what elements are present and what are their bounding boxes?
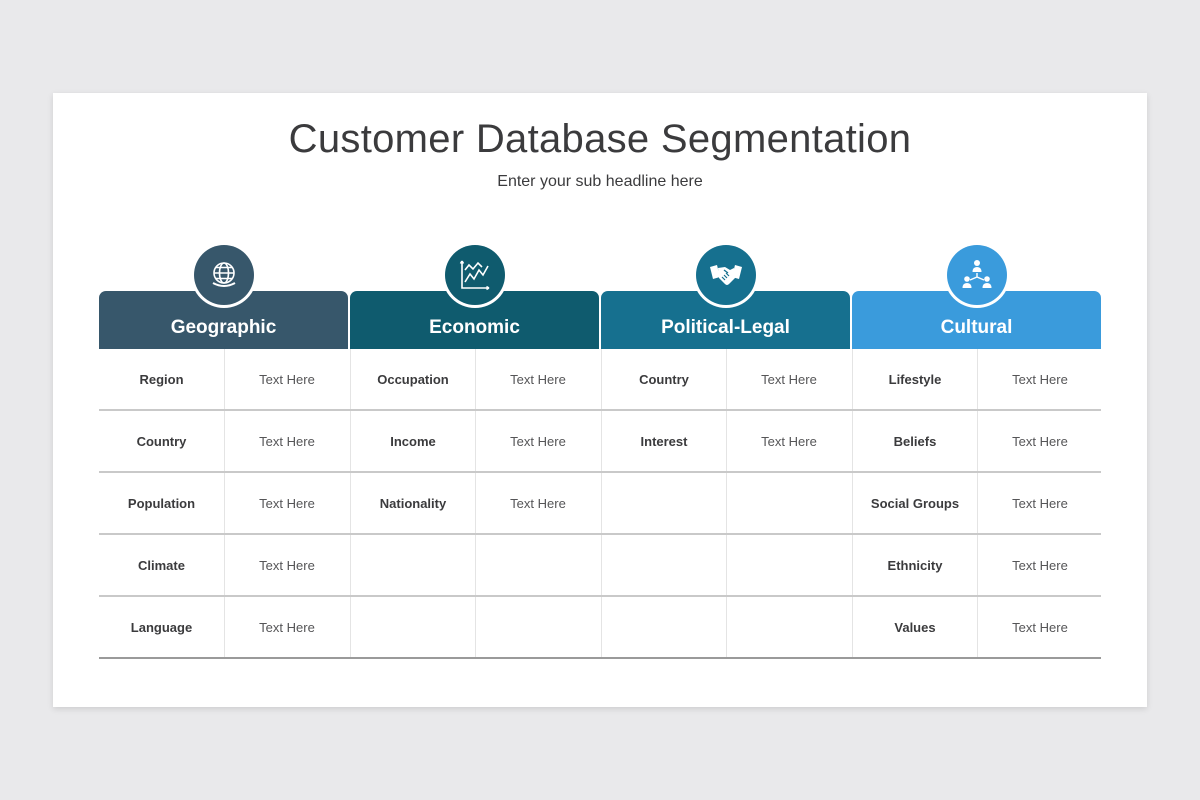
geographic-key: Climate <box>138 557 185 573</box>
table-row: Language Text Here Values Text Here <box>99 597 1101 659</box>
economic-value: Text Here <box>475 411 600 471</box>
table-row: Country Text Here Income Text Here Inter… <box>99 411 1101 473</box>
column-header-economic: Economic <box>350 242 599 349</box>
geographic-value: Text Here <box>224 411 349 471</box>
badge-economic <box>441 242 508 308</box>
political-legal-key <box>601 597 726 657</box>
cultural-key: Lifestyle <box>852 349 977 409</box>
column-header-geographic: Geographic <box>99 242 348 349</box>
cultural-key: Values <box>852 597 977 657</box>
table-row: Population Text Here Nationality Text He… <box>99 473 1101 535</box>
cultural-value: Text Here <box>977 597 1102 657</box>
economic-key: Nationality <box>350 473 475 533</box>
column-header-political-legal: Political-Legal <box>601 242 850 349</box>
badge-political-legal <box>692 242 759 308</box>
political-legal-key <box>601 535 726 595</box>
badge-circle <box>695 245 756 305</box>
cultural-value: Text Here <box>977 349 1102 409</box>
globe-icon <box>212 262 235 287</box>
cultural-key: Beliefs <box>852 411 977 471</box>
geographic-key: Population <box>127 495 196 511</box>
political-legal-value <box>726 473 851 533</box>
table-row: Region Text Here Occupation Text Here Co… <box>99 349 1101 411</box>
people-network-icon <box>962 260 991 288</box>
handshake-icon <box>709 265 742 285</box>
economic-key <box>350 535 475 595</box>
geographic-key: Language <box>130 619 193 635</box>
cultural-value: Text Here <box>977 473 1102 533</box>
political-legal-key: Interest <box>601 411 726 471</box>
geographic-key: Country <box>136 433 187 449</box>
badge-circle <box>193 245 254 305</box>
economic-key: Income <box>350 411 475 471</box>
political-legal-value <box>726 535 851 595</box>
column-label: Geographic <box>170 317 277 338</box>
political-legal-key: Country <box>601 349 726 409</box>
line-chart-icon <box>459 260 489 291</box>
geographic-value: Text Here <box>224 473 349 533</box>
page-subtitle: Enter your sub headline here <box>497 173 703 190</box>
political-legal-value: Text Here <box>726 349 851 409</box>
economic-value <box>475 535 600 595</box>
cultural-value: Text Here <box>977 535 1102 595</box>
page-title: Customer Database Segmentation <box>288 117 912 161</box>
column-label: Cultural <box>940 317 1013 338</box>
economic-value <box>475 597 600 657</box>
badge-geographic <box>190 242 257 308</box>
column-label: Economic <box>429 317 520 338</box>
column-header-cultural: Cultural <box>852 242 1101 349</box>
economic-value: Text Here <box>475 349 600 409</box>
geographic-key: Region <box>139 371 184 387</box>
cultural-key: Ethnicity <box>852 535 977 595</box>
political-legal-key <box>601 473 726 533</box>
column-headers: Geographic Economic Political-Legal Cult… <box>99 242 1101 349</box>
political-legal-value <box>726 597 851 657</box>
table-body: Region Text Here Occupation Text Here Co… <box>99 349 1101 659</box>
geographic-value: Text Here <box>224 349 349 409</box>
geographic-value: Text Here <box>224 597 349 657</box>
cultural-key: Social Groups <box>852 473 977 533</box>
economic-key: Occupation <box>350 349 475 409</box>
geographic-value: Text Here <box>224 535 349 595</box>
political-legal-value: Text Here <box>726 411 851 471</box>
economic-value: Text Here <box>475 473 600 533</box>
badge-circle <box>444 245 505 305</box>
slide: Customer Database Segmentation Enter you… <box>53 93 1147 707</box>
badge-circle <box>946 245 1007 305</box>
segmentation-table: Geographic Economic Political-Legal Cult… <box>99 242 1101 659</box>
economic-key <box>350 597 475 657</box>
cultural-value: Text Here <box>977 411 1102 471</box>
table-row: Climate Text Here Ethnicity Text Here <box>99 535 1101 597</box>
column-label: Political-Legal <box>661 317 790 338</box>
badge-cultural <box>943 242 1010 308</box>
